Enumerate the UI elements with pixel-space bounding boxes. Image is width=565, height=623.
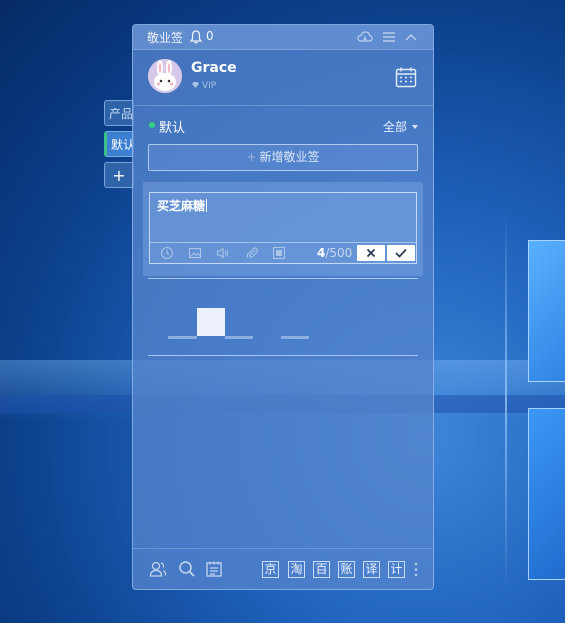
add-tab-label: +	[112, 166, 126, 185]
loading-bar	[168, 336, 197, 339]
quick-link-calculator[interactable]: 计	[388, 561, 405, 578]
chevron-up-icon[interactable]	[403, 30, 419, 44]
side-tab-label: 默认	[111, 138, 134, 152]
speaker-icon[interactable]	[216, 246, 230, 260]
character-counter: 4/500	[317, 246, 352, 260]
quick-link-ledger[interactable]: 账	[338, 561, 355, 578]
color-block-icon[interactable]	[272, 246, 286, 260]
contacts-icon[interactable]	[149, 560, 167, 578]
app-title: 敬业签	[147, 31, 184, 45]
side-tab-label: 产品	[109, 107, 134, 121]
text-caret	[206, 199, 208, 212]
group-name: 默认	[159, 121, 186, 136]
vip-badge: VIP	[191, 81, 216, 91]
side-tab-products[interactable]: 产品	[104, 100, 134, 126]
add-note-button[interactable]: + 新增敬业签	[148, 144, 418, 171]
more-vertical-icon[interactable]	[413, 561, 419, 578]
close-icon	[366, 248, 376, 258]
group-header: 默认 全部	[133, 113, 433, 137]
note-editor-container: 买芝麻糖 4/500	[143, 182, 423, 276]
check-icon	[395, 248, 407, 258]
character-limit: /500	[325, 246, 353, 260]
windows-logo-pane-top	[528, 240, 565, 382]
notification-count: 0	[206, 29, 214, 43]
quick-link-taobao[interactable]: 淘	[288, 561, 305, 578]
confirm-button[interactable]	[387, 245, 415, 261]
user-name: Grace	[191, 60, 237, 76]
vip-label: VIP	[202, 81, 217, 91]
image-icon[interactable]	[188, 246, 202, 260]
quick-link-jd[interactable]: 京	[262, 561, 279, 578]
desktop-glow-line	[505, 210, 507, 590]
paperclip-icon[interactable]	[245, 246, 259, 260]
add-note-label: 新增敬业签	[259, 150, 320, 164]
clock-icon[interactable]	[160, 246, 174, 260]
loading-bar	[225, 336, 253, 339]
loading-block	[197, 308, 225, 336]
add-tab-button[interactable]: +	[104, 162, 134, 188]
app-panel: 敬业签 0 Grace VIP 默认 全部 + 新增敬业签 买芝麻糖 4/500…	[132, 24, 434, 590]
divider	[148, 355, 418, 356]
filter-dropdown[interactable]: 全部	[383, 118, 407, 135]
footer-toolbar: 京 淘 百 账 译 计	[133, 548, 433, 589]
bunny-avatar-icon	[148, 59, 182, 93]
cloud-sync-icon[interactable]	[357, 30, 373, 44]
diamond-icon	[192, 82, 199, 88]
title-bar[interactable]: 敬业签 0	[133, 25, 433, 50]
cancel-button[interactable]	[357, 245, 385, 261]
search-icon[interactable]	[178, 560, 196, 578]
plus-icon: +	[246, 150, 257, 164]
user-profile: Grace VIP	[133, 50, 433, 106]
quick-link-translate[interactable]: 译	[363, 561, 380, 578]
caret-down-icon[interactable]	[412, 125, 418, 129]
side-tab-default[interactable]: 默认	[104, 131, 134, 157]
loading-placeholder	[168, 308, 313, 339]
loading-bar	[281, 336, 309, 339]
divider	[148, 278, 418, 279]
online-status-dot	[149, 122, 155, 128]
quick-link-baidu[interactable]: 百	[313, 561, 330, 578]
editor-toolbar: 4/500	[150, 242, 416, 263]
avatar[interactable]	[148, 59, 182, 93]
windows-logo-pane-bottom	[528, 408, 565, 580]
note-editor[interactable]: 买芝麻糖 4/500	[149, 192, 417, 264]
bell-icon[interactable]	[190, 30, 202, 44]
notepad-icon[interactable]	[205, 560, 223, 578]
menu-icon[interactable]	[381, 30, 397, 44]
note-text: 买芝麻糖	[157, 199, 206, 213]
calendar-icon[interactable]	[395, 66, 417, 88]
note-input[interactable]: 买芝麻糖	[157, 197, 208, 214]
